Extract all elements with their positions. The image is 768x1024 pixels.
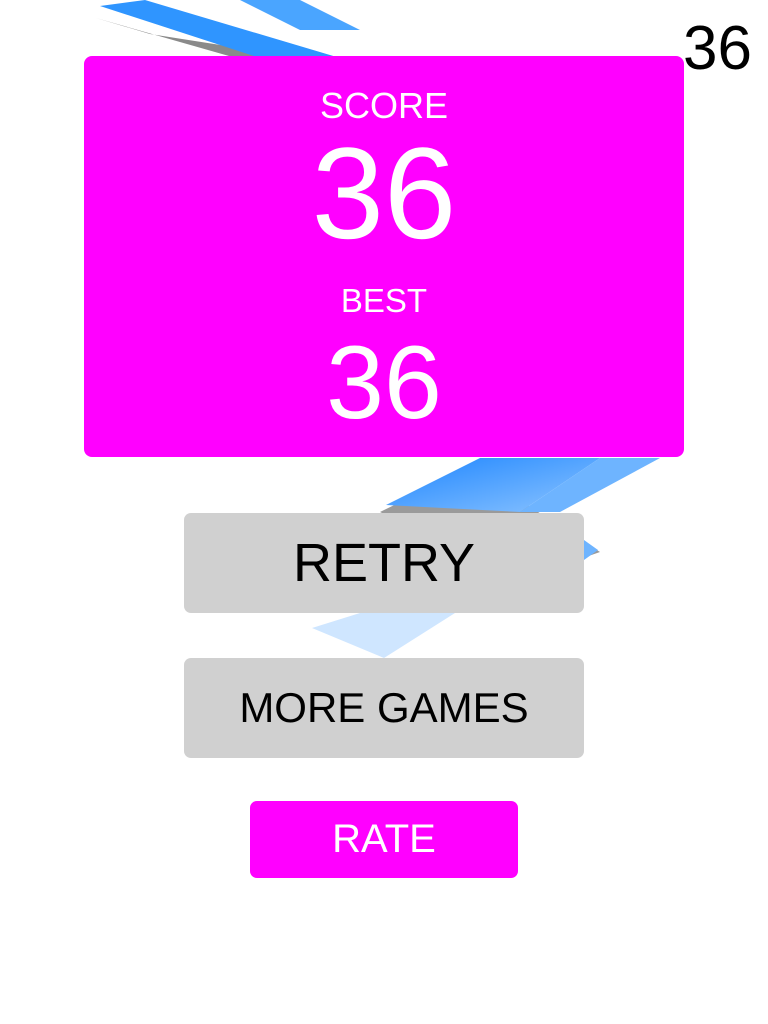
more-games-button[interactable]: MORE GAMES	[184, 658, 584, 758]
track-tile-pale	[312, 613, 455, 658]
rate-button[interactable]: RATE	[250, 801, 518, 878]
score-value: 36	[311, 120, 457, 266]
track-segment-top-edge	[240, 0, 360, 30]
current-score: 36	[683, 14, 752, 83]
best-value: 36	[326, 325, 442, 441]
score-panel: SCORE 36 BEST 36	[84, 56, 684, 457]
best-label: BEST	[340, 282, 428, 319]
track-segment-tail	[584, 540, 598, 560]
score-label: SCORE	[319, 85, 449, 126]
retry-button[interactable]: RETRY	[184, 513, 584, 613]
